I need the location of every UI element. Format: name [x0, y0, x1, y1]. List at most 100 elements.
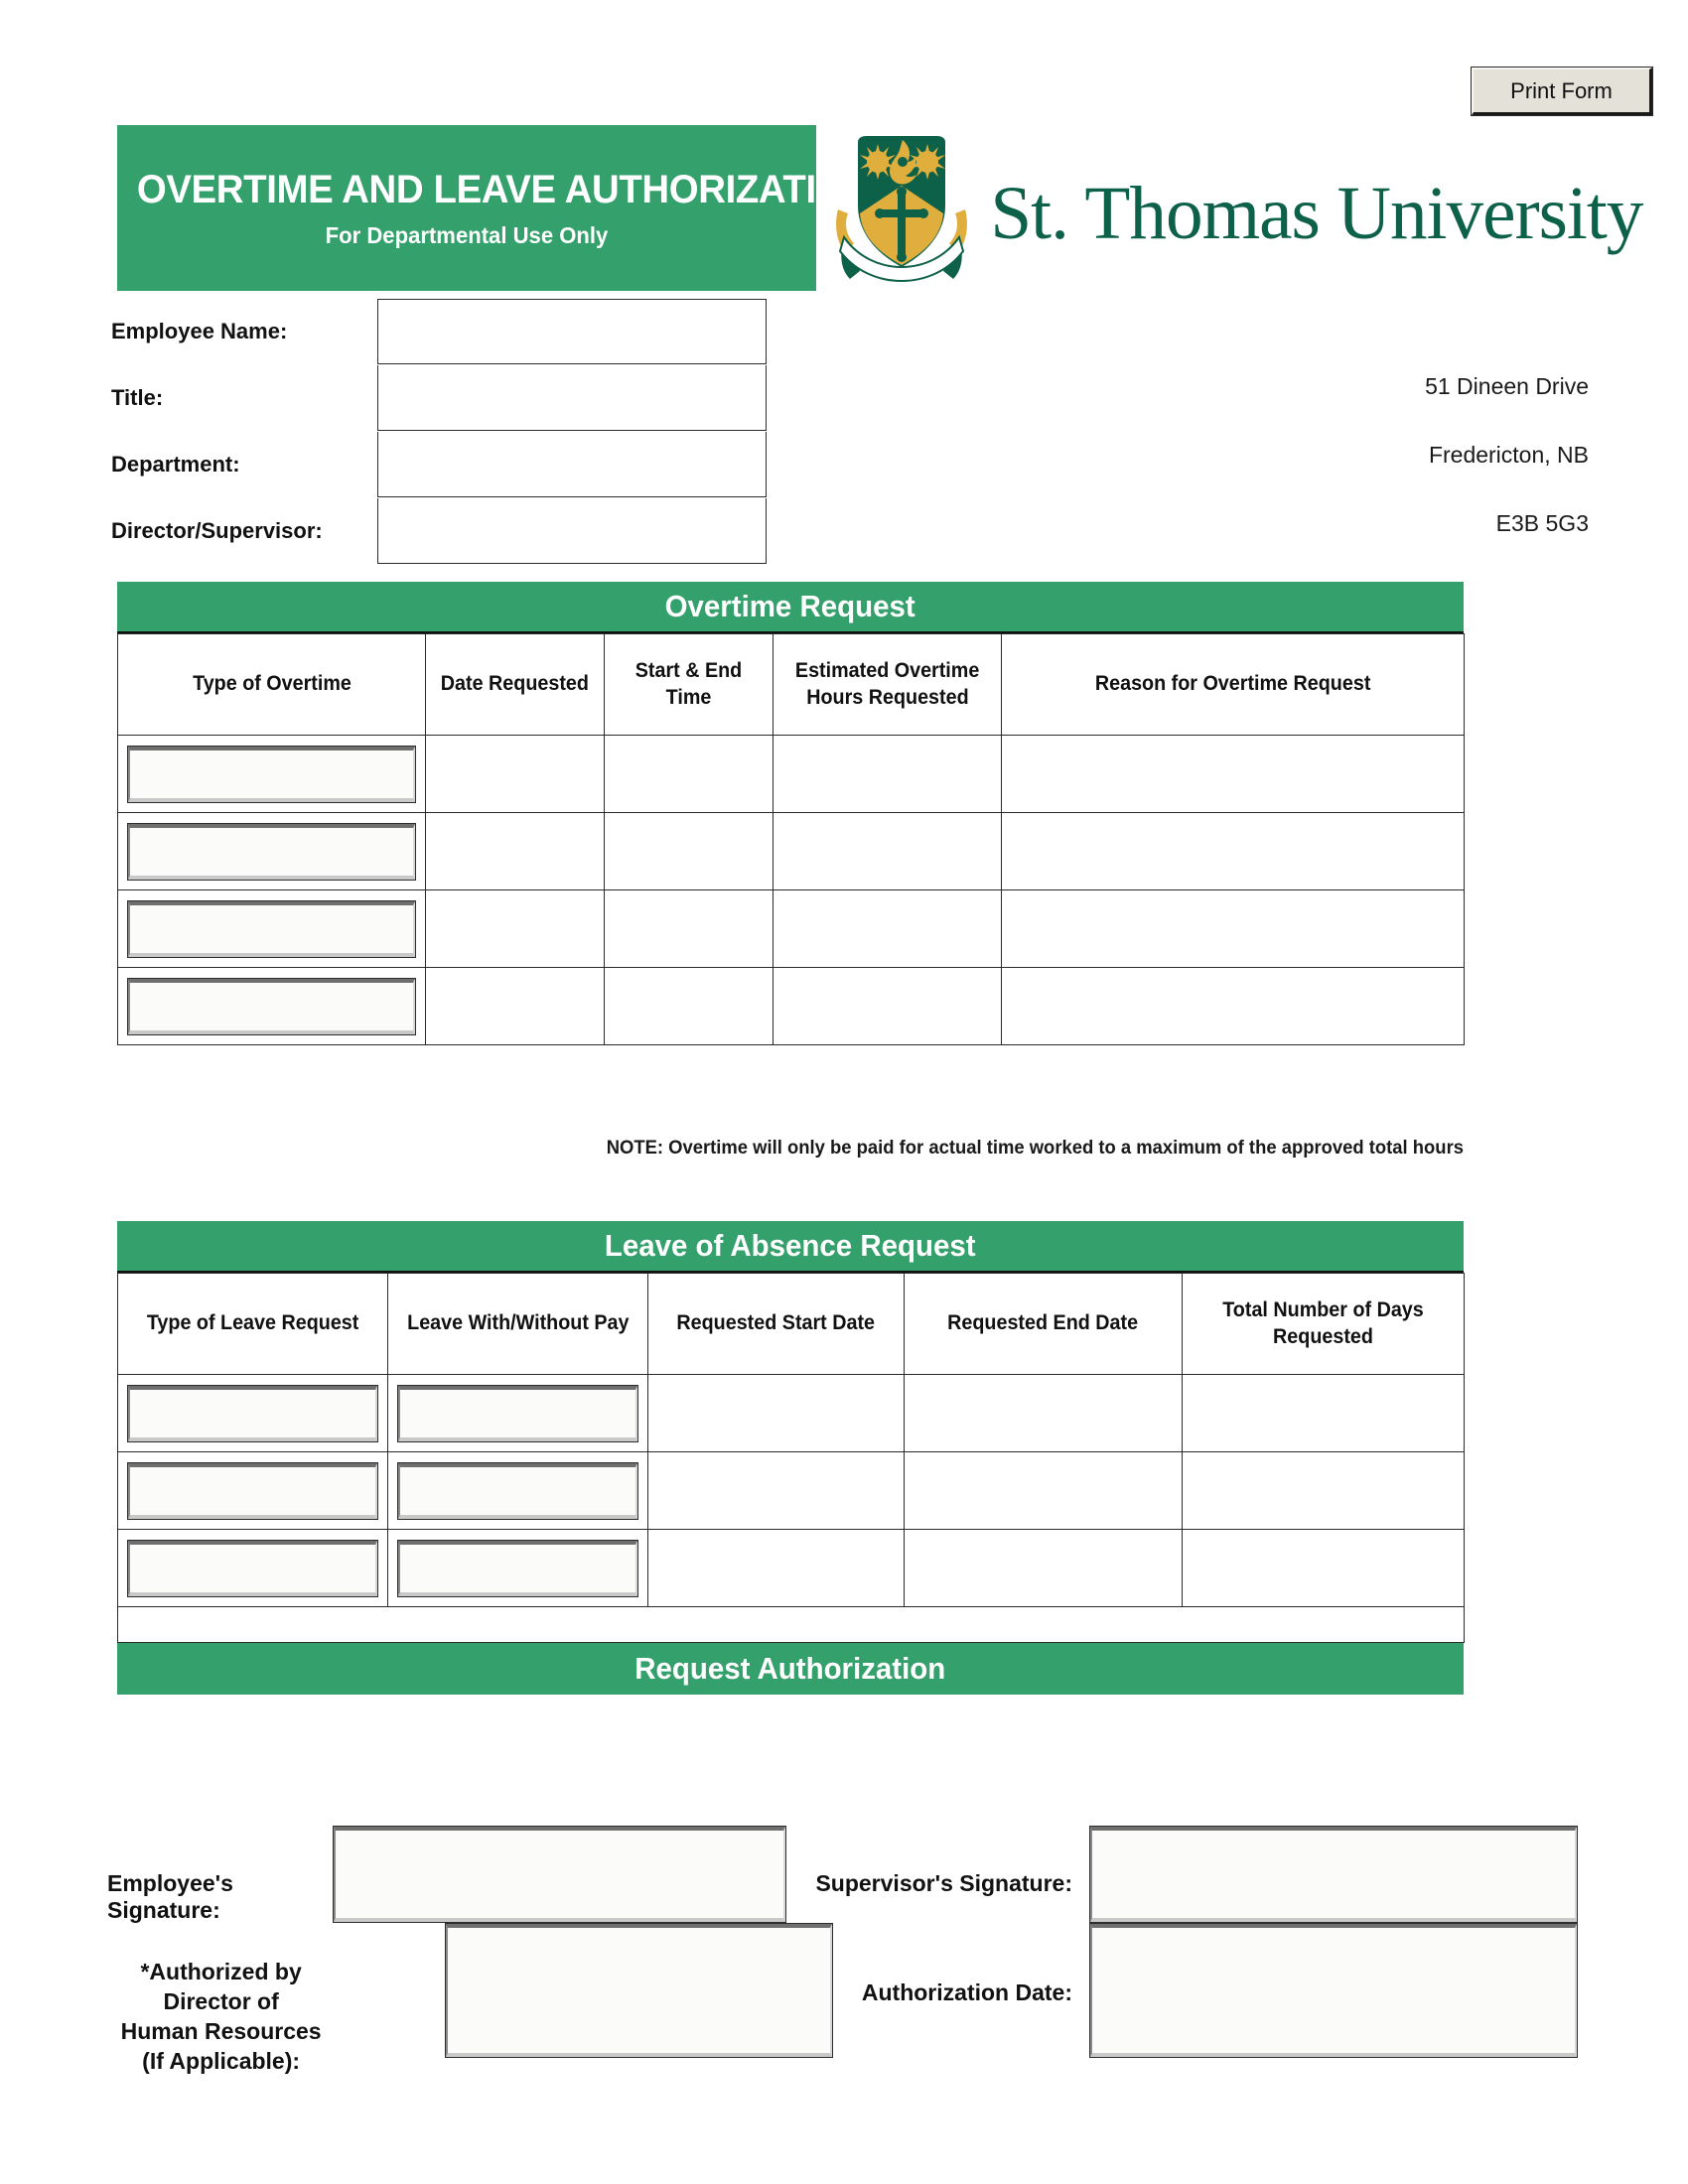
employee-signature-label: Employee's Signature: [107, 1870, 233, 1923]
overtime-date-cell[interactable] [425, 967, 605, 1045]
overtime-hours-cell[interactable] [773, 812, 1002, 890]
leave-col-days: Total Number of Days Requested [1182, 1273, 1465, 1375]
leave-end-cell[interactable] [904, 1451, 1183, 1530]
employee-name-row: Employee Name: [107, 298, 773, 364]
leave-spacer-row [117, 1606, 1465, 1643]
overtime-type-input[interactable] [127, 977, 416, 1035]
leave-pay-cell [387, 1451, 648, 1530]
overtime-hours-cell[interactable] [773, 967, 1002, 1045]
leave-pay-input[interactable] [397, 1539, 638, 1597]
director-supervisor-input[interactable] [377, 497, 767, 564]
overtime-request-title: Overtime Request [664, 589, 916, 623]
authorization-date-input[interactable] [1089, 1923, 1578, 2058]
overtime-col-reason-label: Reason for Overtime Request [1094, 672, 1371, 696]
overtime-col-date-label: Date Requested [440, 672, 590, 696]
employee-info-block: Employee Name: Title: Department: Direct… [107, 298, 773, 564]
overtime-type-cell [117, 812, 426, 890]
overtime-col-hours-line1: Estimated Overtime [794, 659, 980, 683]
signature-area: Employee's Signature: Supervisor's Signa… [107, 1826, 1578, 2077]
request-authorization-title: Request Authorization [634, 1651, 946, 1686]
university-address: 51 Dineen Drive Fredericton, NB E3B 5G3 [1132, 375, 1589, 581]
leave-col-pay-label: Leave With/Without Pay [406, 1311, 630, 1335]
overtime-header-row: Type of Overtime Date Requested Start & … [117, 633, 1465, 736]
leave-end-cell[interactable] [904, 1529, 1183, 1607]
supervisor-signature-input[interactable] [1089, 1826, 1578, 1923]
department-row: Department: [107, 431, 773, 497]
leave-request-section: Leave of Absence Request Type of Leave R… [117, 1221, 1465, 1695]
director-supervisor-row: Director/Supervisor: [107, 497, 773, 564]
overtime-reason-cell[interactable] [1001, 735, 1465, 813]
form-page: Print Form OVERTIME AND LEAVE AUTHORIZAT… [0, 0, 1688, 2184]
overtime-time-cell[interactable] [604, 735, 774, 813]
employee-name-label: Employee Name: [111, 318, 288, 343]
overtime-type-input[interactable] [127, 745, 416, 803]
leave-pay-input[interactable] [397, 1384, 638, 1442]
overtime-type-input[interactable] [127, 822, 416, 881]
overtime-note: NOTE: Overtime will only be paid for act… [606, 1138, 1464, 1159]
overtime-col-time-label: Start & End Time [634, 659, 743, 709]
leave-request-title: Leave of Absence Request [605, 1228, 976, 1263]
title-input[interactable] [377, 364, 767, 431]
overtime-col-time: Start & End Time [604, 633, 774, 736]
hr-authorization-input[interactable] [445, 1923, 833, 2058]
address-line-2: Fredericton, NB [1428, 442, 1589, 468]
overtime-col-type-label: Type of Overtime [192, 672, 352, 696]
address-line-1: 51 Dineen Drive [1425, 373, 1589, 399]
authorization-date-label: Authorization Date: [861, 1979, 1072, 2005]
title-row: Title: [107, 364, 773, 431]
overtime-date-cell[interactable] [425, 812, 605, 890]
overtime-time-cell[interactable] [604, 812, 774, 890]
overtime-request-section: Overtime Request Type of Overtime Date R… [117, 582, 1465, 1045]
leave-type-cell [117, 1529, 388, 1607]
overtime-hours-cell[interactable] [773, 735, 1002, 813]
print-form-button[interactable]: Print Form [1471, 67, 1653, 116]
leave-days-cell[interactable] [1182, 1374, 1465, 1452]
employee-signature-input[interactable] [333, 1826, 787, 1923]
leave-end-cell[interactable] [904, 1374, 1183, 1452]
leave-request-table: Type of Leave Request Leave With/Without… [117, 1273, 1465, 1643]
overtime-type-cell [117, 735, 426, 813]
leave-type-input[interactable] [127, 1539, 378, 1597]
page-subtitle: For Departmental Use Only [325, 222, 609, 248]
leave-col-start: Requested Start Date [647, 1273, 905, 1375]
leave-type-cell [117, 1374, 388, 1452]
leave-type-input[interactable] [127, 1384, 378, 1442]
leave-col-type-label: Type of Leave Request [146, 1311, 359, 1335]
department-input[interactable] [377, 431, 767, 497]
leave-start-cell[interactable] [647, 1529, 905, 1607]
overtime-reason-cell[interactable] [1001, 967, 1465, 1045]
table-row [117, 1451, 1465, 1530]
title-label: Title: [111, 384, 164, 410]
leave-pay-input[interactable] [397, 1461, 638, 1520]
overtime-time-cell[interactable] [604, 889, 774, 968]
leave-start-cell[interactable] [647, 1374, 905, 1452]
overtime-date-cell[interactable] [425, 889, 605, 968]
signature-row-top: Employee's Signature: Supervisor's Signa… [107, 1826, 1578, 1924]
address-line-3: E3B 5G3 [1495, 510, 1589, 536]
overtime-type-cell [117, 889, 426, 968]
overtime-hours-cell[interactable] [773, 889, 1002, 968]
leave-type-input[interactable] [127, 1461, 378, 1520]
overtime-time-cell[interactable] [604, 967, 774, 1045]
leave-col-end: Requested End Date [904, 1273, 1183, 1375]
overtime-col-reason: Reason for Overtime Request [1001, 633, 1465, 736]
table-row [117, 1529, 1465, 1607]
overtime-date-cell[interactable] [425, 735, 605, 813]
university-name: St. Thomas University [990, 172, 1643, 255]
table-row [117, 889, 1465, 968]
page-title: OVERTIME AND LEAVE AUTHORIZATION FORM [136, 168, 994, 211]
leave-col-start-label: Requested Start Date [676, 1311, 876, 1335]
hr-authorization-label-line1: *Authorized by Director of [140, 1959, 302, 2014]
employee-name-input[interactable] [377, 298, 767, 364]
overtime-reason-cell[interactable] [1001, 889, 1465, 968]
leave-request-band: Leave of Absence Request [117, 1221, 1464, 1273]
overtime-reason-cell[interactable] [1001, 812, 1465, 890]
leave-days-cell[interactable] [1182, 1451, 1465, 1530]
overtime-col-type: Type of Overtime [117, 633, 426, 736]
leave-col-type: Type of Leave Request [117, 1273, 388, 1375]
director-supervisor-label: Director/Supervisor: [111, 517, 323, 543]
overtime-type-input[interactable] [127, 899, 416, 958]
leave-days-cell[interactable] [1182, 1529, 1465, 1607]
leave-start-cell[interactable] [647, 1451, 905, 1530]
supervisor-signature-label: Supervisor's Signature: [815, 1870, 1072, 1896]
